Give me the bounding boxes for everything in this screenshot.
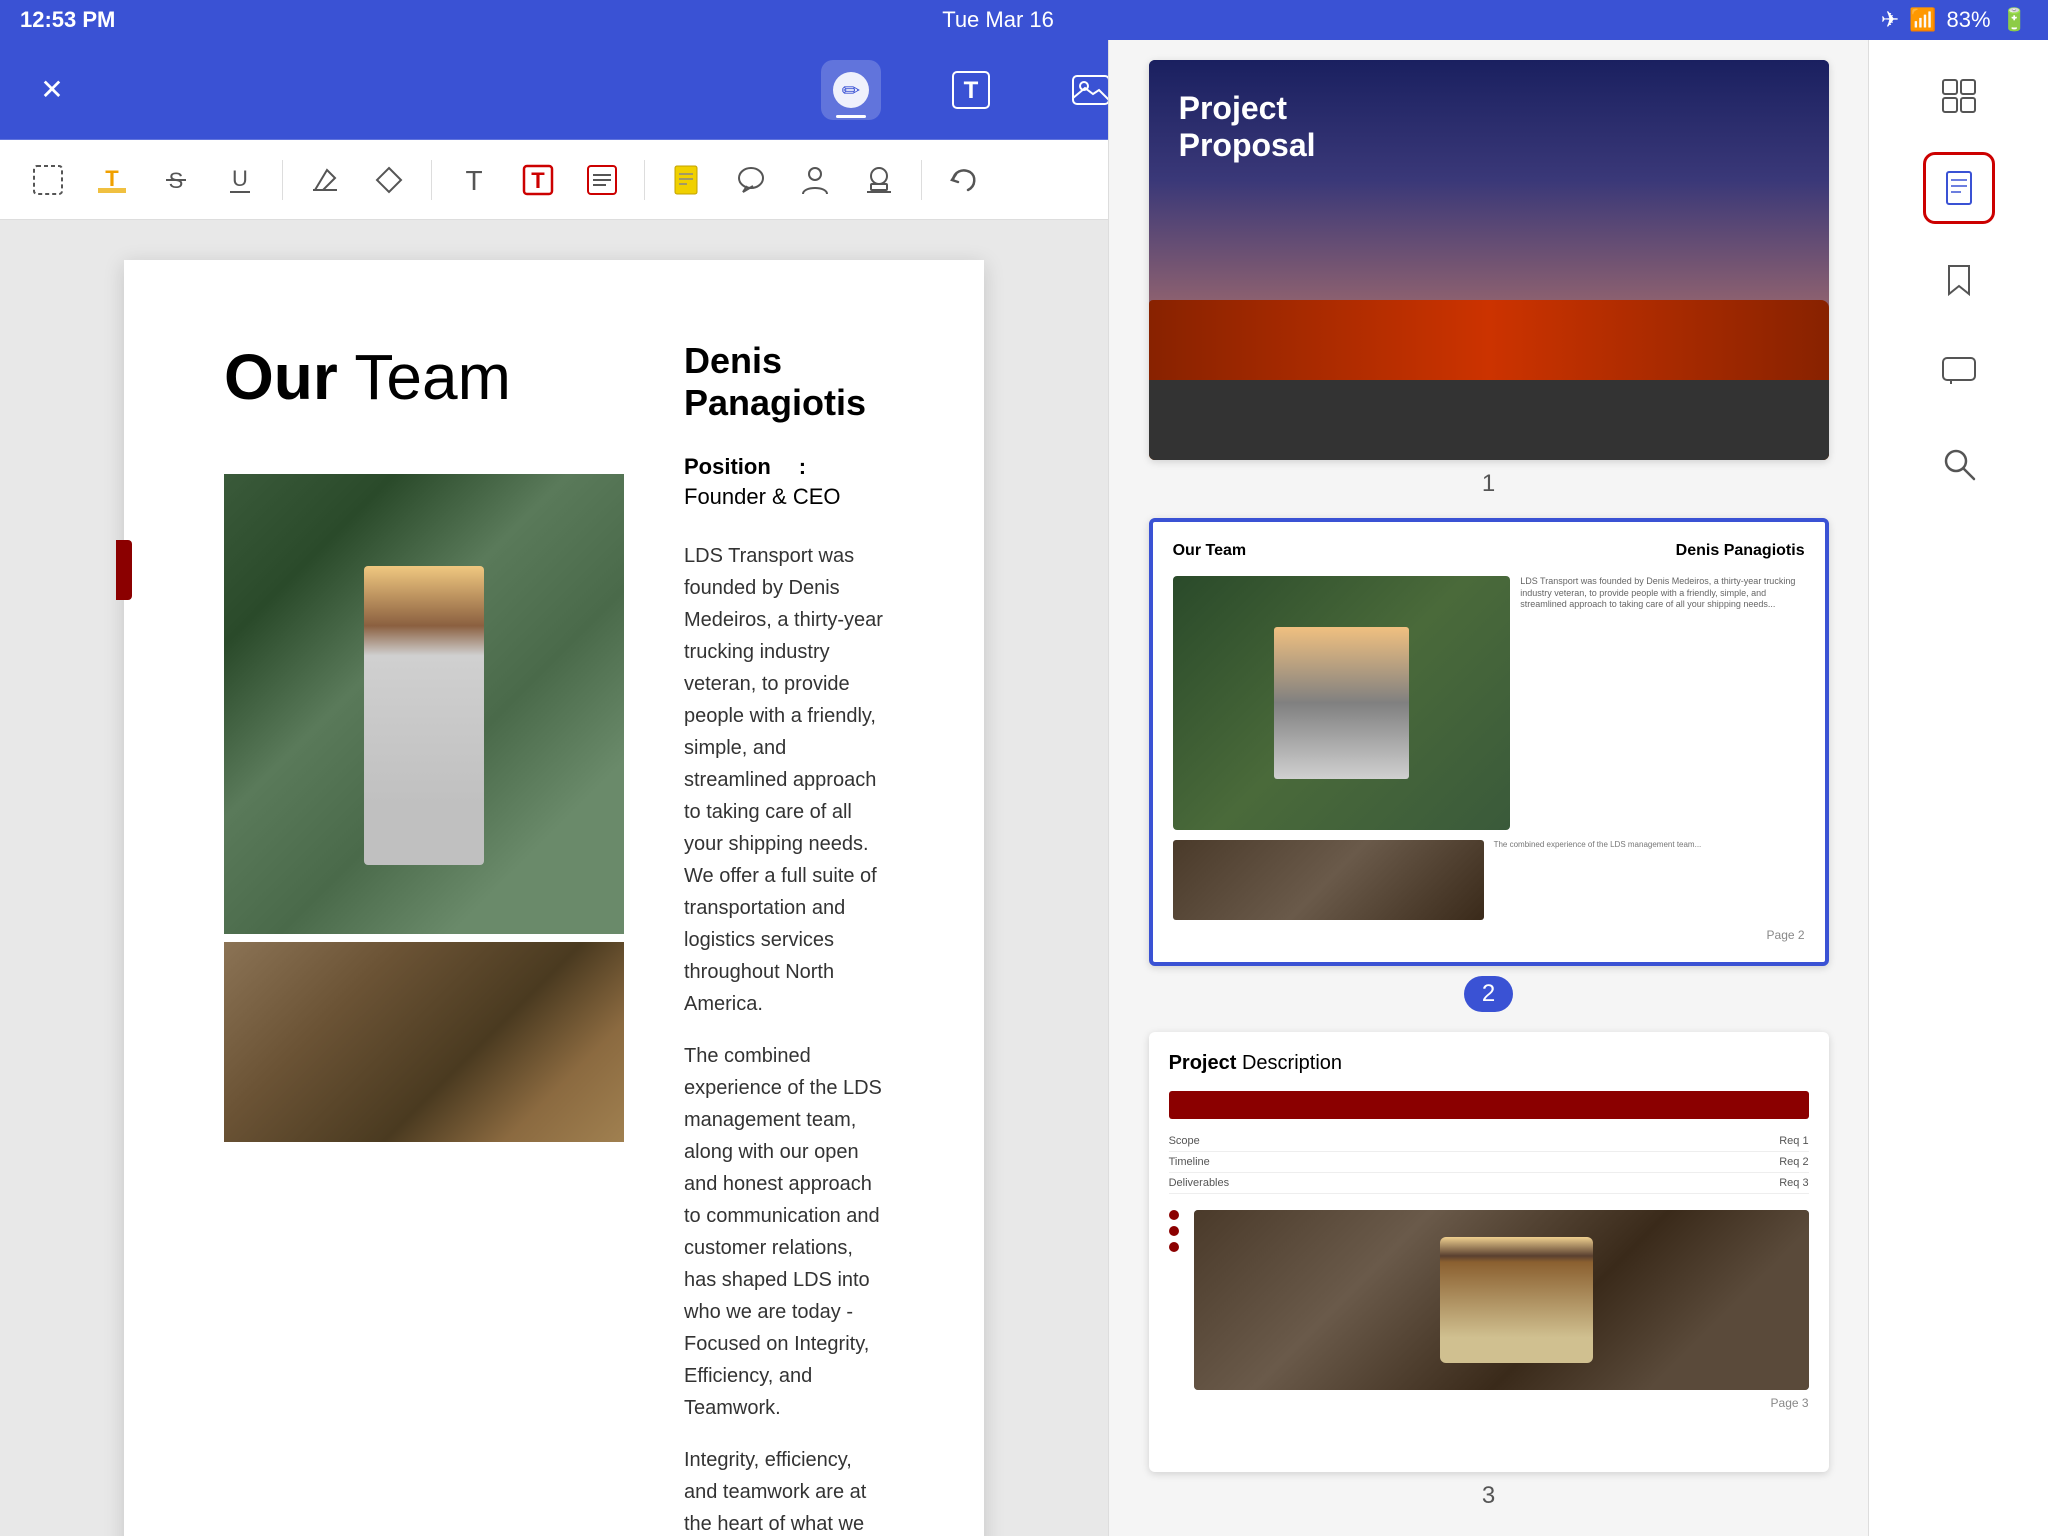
main-document: Our Team Denis Panagiotis Position : [0, 220, 1108, 1536]
shapes-button[interactable] [361, 152, 417, 208]
annotation-toolbar: T S U T T [0, 140, 1108, 220]
page-heading: Our Team [224, 340, 624, 414]
battery-level: 83% [1947, 7, 1991, 33]
status-bar: 12:53 PM Tue Mar 16 ✈ 📶 83% 🔋 [0, 0, 2048, 40]
text-tool-button[interactable]: T [941, 60, 1001, 120]
thumbnail-container-1: ProjectProposal 1 [1139, 60, 1838, 498]
toolbar-divider-4 [921, 160, 922, 200]
thumbnails-area: ProjectProposal 1 Our Team Denis Panagio… [1109, 40, 1868, 1536]
bio-paragraph-3: Integrity, efficiency, and teamwork are … [684, 1444, 884, 1536]
text-highlight-button[interactable]: T [84, 152, 140, 208]
thumbnail-page-2[interactable]: Our Team Denis Panagiotis LDS Transport … [1149, 518, 1829, 966]
bio-paragraph-2: The combined experience of the LDS manag… [684, 1040, 884, 1424]
thumb3-row-3: DeliverablesReq 3 [1169, 1173, 1809, 1194]
undo-button[interactable] [936, 152, 992, 208]
thumb3-bottom [1169, 1210, 1809, 1390]
position-label: Position : [684, 454, 884, 480]
signature-button[interactable] [787, 152, 843, 208]
strikethrough-button[interactable]: S [148, 152, 204, 208]
pencil-tool-button[interactable]: ✏ [821, 60, 881, 120]
thumb3-rows: ScopeReq 1 TimelineReq 2 DeliverablesReq… [1169, 1131, 1809, 1194]
thumbnail-container-2: Our Team Denis Panagiotis LDS Transport … [1139, 518, 1838, 1012]
airplane-icon: ✈ [1881, 7, 1899, 33]
thumb2-text-block: LDS Transport was founded by Denis Medei… [1520, 576, 1804, 830]
thumb3-red-bar [1169, 1091, 1809, 1119]
wifi-icon: 📶 [1909, 7, 1936, 33]
thumb-number-2: 2 [1464, 976, 1513, 1012]
thumb2-left-label: Our Team [1173, 542, 1247, 560]
document-page: Our Team Denis Panagiotis Position : [124, 260, 984, 1536]
comments-button[interactable] [1923, 336, 1995, 408]
page-left-column: Our Team [224, 340, 624, 1536]
thumb-number-1: 1 [1482, 470, 1495, 498]
thumbnail-container-3: Project Description ScopeReq 1 TimelineR… [1139, 1032, 1838, 1510]
page-content: Our Team Denis Panagiotis Position : [224, 340, 884, 1536]
bookmarks-button[interactable] [1923, 244, 1995, 316]
right-panel: ProjectProposal 1 Our Team Denis Panagio… [1108, 40, 2048, 1536]
thumb2-right-label: Denis Panagiotis [1676, 542, 1805, 560]
thumbnail-page-3[interactable]: Project Description ScopeReq 1 TimelineR… [1149, 1032, 1829, 1472]
thumb3-person-photo [1194, 1210, 1809, 1390]
toolbar-divider-3 [644, 160, 645, 200]
underline-button[interactable]: U [212, 152, 268, 208]
select-tool-button[interactable] [20, 152, 76, 208]
svg-text:T: T [465, 165, 482, 196]
status-date: Tue Mar 16 [942, 7, 1054, 33]
stamp-button[interactable] [851, 152, 907, 208]
close-button[interactable]: ✕ [30, 68, 74, 112]
battery-icon: 🔋 [2001, 7, 2028, 33]
page-bookmark-tab [116, 540, 132, 600]
text-plain-button[interactable]: T [446, 152, 502, 208]
svg-text:U: U [232, 166, 248, 191]
svg-text:✏: ✏ [842, 78, 861, 103]
right-sidebar [1868, 40, 2048, 1536]
thumbnail-page-1[interactable]: ProjectProposal [1149, 60, 1829, 460]
person-photo-small [224, 942, 624, 1142]
page-view-button[interactable] [1923, 152, 1995, 224]
bio-paragraph-1: LDS Transport was founded by Denis Medei… [684, 540, 884, 1020]
thumb2-photos: LDS Transport was founded by Denis Medei… [1173, 576, 1805, 830]
toolbar-divider [282, 160, 283, 200]
thumb1-image: ProjectProposal [1149, 60, 1829, 460]
note-button[interactable] [659, 152, 715, 208]
thumb3-pagenum: Page 3 [1169, 1396, 1809, 1410]
svg-text:T: T [531, 168, 545, 193]
status-right: ✈ 📶 83% 🔋 [1881, 7, 2028, 33]
thumb2-bottom-row: The combined experience of the LDS manag… [1173, 840, 1805, 920]
position-value: Founder & CEO [684, 484, 884, 510]
align-text-button[interactable] [574, 152, 630, 208]
thumb3-row-1: ScopeReq 1 [1169, 1131, 1809, 1152]
status-time: 12:53 PM [20, 7, 115, 33]
grid-view-button[interactable] [1923, 60, 1995, 132]
toolbar-divider-2 [431, 160, 432, 200]
page-right-column: Denis Panagiotis Position : Founder & CE… [684, 340, 884, 1536]
thumb2-content: Our Team Denis Panagiotis LDS Transport … [1153, 522, 1825, 962]
person-name: Denis Panagiotis [684, 340, 884, 424]
thumb2-header: Our Team Denis Panagiotis [1173, 542, 1805, 560]
svg-text:T: T [105, 166, 119, 191]
eraser-button[interactable] [297, 152, 353, 208]
thumb-number-3: 3 [1482, 1482, 1495, 1510]
thumb2-photo-1 [1173, 576, 1511, 830]
thumb3-title: Project Description [1169, 1052, 1809, 1075]
text-format-button[interactable]: T [510, 152, 566, 208]
search-button[interactable] [1923, 428, 1995, 500]
thumb2-pagenum: Page 2 [1173, 928, 1805, 942]
thumb1-title: ProjectProposal [1179, 90, 1316, 164]
svg-text:T: T [964, 77, 979, 104]
thumb3-content: Project Description ScopeReq 1 TimelineR… [1149, 1032, 1829, 1472]
thumb3-bullets [1169, 1210, 1184, 1252]
person-photo-main [224, 474, 624, 934]
thumb3-row-2: TimelineReq 2 [1169, 1152, 1809, 1173]
callout-button[interactable] [723, 152, 779, 208]
header-left: ✕ [30, 68, 74, 112]
